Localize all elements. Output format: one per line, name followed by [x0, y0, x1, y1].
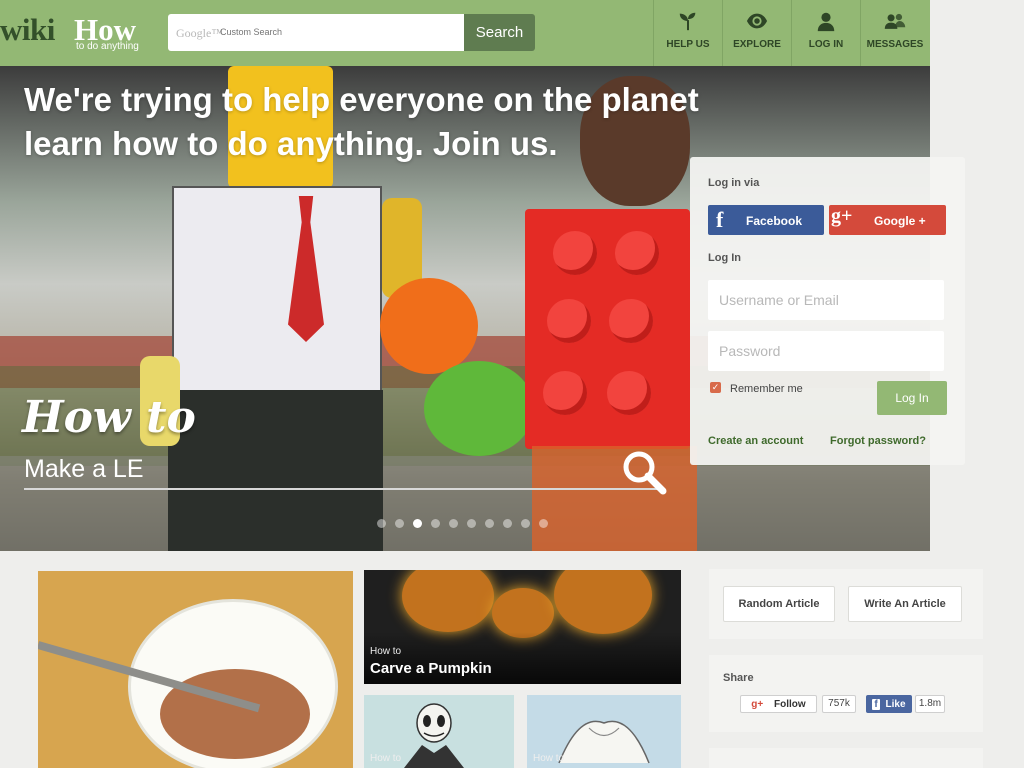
brick-stud — [609, 299, 653, 343]
nav-messages-label: MESSAGES — [866, 39, 924, 50]
nav-explore-label: EXPLORE — [733, 39, 781, 50]
red-lego-brick — [525, 209, 690, 449]
hero-search-input[interactable] — [24, 450, 664, 490]
card-how-to-label: How to — [533, 753, 565, 764]
search-box: Google™ — [168, 14, 464, 51]
carousel-dot[interactable] — [485, 519, 494, 528]
remember-me-label: Remember me — [730, 383, 803, 395]
card-title: Carve a Pumpkin — [370, 660, 492, 677]
carousel-dot[interactable] — [539, 519, 548, 528]
facebook-login-button[interactable]: f Facebook — [708, 205, 824, 235]
carousel-dot[interactable] — [395, 519, 404, 528]
jack-o-lantern-image — [402, 570, 494, 632]
article-card-small-2[interactable]: How to — [527, 695, 681, 768]
share-box: Share g+ Follow 757k f Like 1.8m — [709, 655, 983, 732]
carousel-dot[interactable] — [521, 519, 530, 528]
lego-body — [172, 186, 382, 396]
google-brand-label: Google™ — [176, 26, 224, 40]
carousel-dot[interactable] — [377, 519, 386, 528]
brick-stud — [615, 231, 659, 275]
search-button[interactable]: Search — [464, 14, 535, 51]
share-label: Share — [723, 672, 754, 684]
user-icon — [817, 12, 835, 32]
google-plus-icon: g+ — [831, 205, 853, 227]
forgot-password-link[interactable]: Forgot password? — [830, 435, 926, 447]
skeleton-sketch-image — [404, 703, 464, 768]
orange-pumpkin-bucket — [380, 278, 478, 374]
logo-wiki-text: wiki — [0, 12, 55, 47]
facebook-button-label: Facebook — [746, 214, 803, 228]
random-article-button[interactable]: Random Article — [723, 586, 835, 622]
brick-stud — [607, 371, 651, 415]
brick-stud — [543, 371, 587, 415]
magnifier-icon[interactable] — [620, 448, 668, 496]
hero-headline: We're trying to help everyone on the pla… — [24, 81, 699, 162]
nav-help-us-label: HELP US — [666, 39, 710, 50]
carousel-dot[interactable] — [413, 519, 422, 528]
carousel-dot[interactable] — [467, 519, 476, 528]
write-article-button[interactable]: Write An Article — [848, 586, 962, 622]
article-card-bowl[interactable] — [38, 571, 353, 768]
facebook-icon: f — [716, 207, 724, 232]
article-card-small-1[interactable]: How to — [364, 695, 514, 768]
follow-label: Follow — [774, 698, 806, 710]
facebook-icon: f — [872, 698, 880, 710]
hands-sketch-image — [558, 720, 650, 764]
carousel-dot[interactable] — [431, 519, 440, 528]
nav-log-in[interactable]: LOG IN — [791, 0, 860, 66]
page: wiki How to do anything Google™ Search H… — [0, 0, 1024, 768]
hero-how-to: How to — [22, 392, 196, 443]
sprout-icon — [679, 12, 696, 31]
nav-explore[interactable]: EXPLORE — [722, 0, 791, 66]
login-section-label: Log In — [708, 252, 741, 264]
sidebar-actions-box: Random Article Write An Article — [709, 569, 983, 639]
jack-o-lantern-image — [492, 588, 554, 638]
carousel-dot[interactable] — [449, 519, 458, 528]
google-plus-icon: g+ — [751, 698, 764, 710]
login-via-label: Log in via — [708, 177, 760, 189]
card-how-to-label: How to — [370, 646, 402, 657]
login-panel: Log in via f Facebook g+ Google + Log In… — [690, 157, 965, 465]
jack-o-lantern-image — [554, 570, 652, 634]
google-plus-count: 757k — [822, 695, 856, 713]
users-icon — [884, 13, 906, 29]
remember-me-checkbox[interactable]: ✓ — [710, 382, 721, 393]
nav-log-in-label: LOG IN — [808, 39, 844, 50]
logo-tagline: to do anything — [76, 41, 139, 52]
green-pumpkin-bucket — [424, 361, 534, 456]
sidebar-next-box — [709, 748, 983, 768]
carousel-dot[interactable] — [503, 519, 512, 528]
google-login-button[interactable]: g+ Google + — [829, 205, 946, 235]
log-in-button[interactable]: Log In — [877, 381, 947, 415]
create-account-link[interactable]: Create an account — [708, 435, 803, 447]
wikihow-logo[interactable]: wiki How to do anything — [0, 8, 160, 58]
like-label: Like — [885, 698, 906, 710]
nav-help-us[interactable]: HELP US — [653, 0, 722, 66]
brick-stud — [553, 231, 597, 275]
article-card-carve-pumpkin[interactable]: How to Carve a Pumpkin — [364, 570, 681, 684]
top-header: wiki How to do anything Google™ Search H… — [0, 0, 930, 66]
search-input[interactable] — [220, 24, 450, 40]
eye-icon — [746, 13, 768, 29]
top-nav: HELP US EXPLORE LOG IN MESSAGES — [653, 0, 929, 66]
facebook-like-button[interactable]: f Like — [866, 695, 912, 713]
password-field[interactable] — [708, 331, 944, 371]
facebook-like-count: 1.8m — [915, 695, 945, 713]
google-button-label: Google + — [874, 214, 926, 228]
username-field[interactable] — [708, 280, 944, 320]
brick-stud — [547, 299, 591, 343]
nav-messages[interactable]: MESSAGES — [860, 0, 929, 66]
google-plus-follow-button[interactable]: g+ Follow — [740, 695, 817, 713]
card-how-to-label: How to — [370, 753, 402, 764]
carousel-dots — [377, 519, 548, 528]
